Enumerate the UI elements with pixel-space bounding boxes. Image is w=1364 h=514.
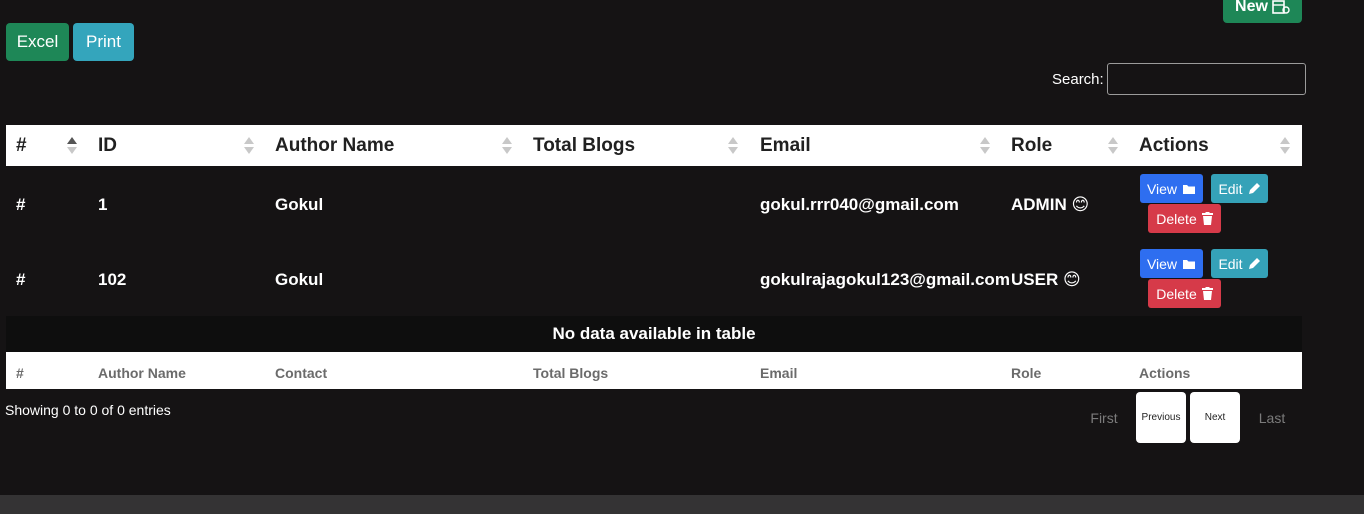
sort-icon — [244, 137, 254, 155]
print-button[interactable]: Print — [73, 23, 134, 61]
search-label: Search: — [1052, 70, 1104, 88]
new-file-icon — [1272, 0, 1290, 14]
cell-hash: # — [16, 270, 26, 289]
delete-button[interactable]: Delete — [1148, 204, 1221, 233]
cell-role: ADMIN 😊 — [1011, 195, 1090, 214]
sort-icon — [980, 137, 990, 155]
header-total-blogs[interactable]: Total Blogs — [533, 125, 635, 166]
view-button[interactable]: View — [1140, 174, 1203, 203]
sort-icon — [1280, 137, 1290, 155]
edit-button[interactable]: Edit — [1211, 174, 1268, 203]
pagination-first[interactable]: First — [1082, 392, 1126, 443]
edit-label: Edit — [1218, 255, 1243, 272]
footer-actions: Actions — [1139, 365, 1191, 381]
sort-icon — [728, 137, 738, 155]
cell-role: USER 😊 — [1011, 270, 1081, 289]
new-button-label: New — [1235, 0, 1268, 15]
bottom-bar — [0, 495, 1364, 514]
pagination-previous[interactable]: Previous — [1136, 392, 1186, 443]
pagination-last[interactable]: Last — [1250, 392, 1294, 443]
header-role[interactable]: Role — [1011, 125, 1052, 166]
cell-email: gokulrajagokul123@gmail.com — [760, 270, 1010, 289]
footer-total-blogs: Total Blogs — [533, 365, 609, 381]
trash-icon — [1201, 287, 1213, 300]
footer-role: Role — [1011, 365, 1042, 381]
delete-label: Delete — [1156, 285, 1197, 302]
cell-author: Gokul — [275, 270, 324, 289]
excel-button[interactable]: Excel — [6, 23, 69, 61]
cell-author: Gokul — [275, 195, 324, 214]
pencil-icon — [1248, 257, 1261, 270]
header-id[interactable]: ID — [98, 125, 117, 166]
cell-id: 102 — [98, 270, 127, 289]
header-hash[interactable]: # — [16, 125, 27, 166]
footer-email: Email — [760, 365, 798, 381]
footer-author-name: Author Name — [98, 365, 186, 381]
view-button[interactable]: View — [1140, 249, 1203, 278]
pencil-icon — [1248, 182, 1261, 195]
cell-email: gokul.rrr040@gmail.com — [760, 195, 959, 214]
footer-contact: Contact — [275, 365, 328, 381]
edit-label: Edit — [1218, 180, 1243, 197]
delete-button[interactable]: Delete — [1148, 279, 1221, 308]
header-email[interactable]: Email — [760, 125, 811, 166]
new-button[interactable]: New — [1223, 0, 1302, 23]
pagination-next[interactable]: Next — [1190, 392, 1240, 443]
footer-hash: # — [16, 365, 24, 381]
view-label: View — [1146, 180, 1178, 197]
sort-icon — [1108, 137, 1118, 155]
table-footer: # Author Name Contact Total Blogs Email … — [6, 352, 1302, 389]
table-header: # ID Author Name Total Blogs Email Role … — [6, 125, 1302, 166]
cell-id: 1 — [98, 195, 108, 214]
folder-icon — [1182, 258, 1196, 270]
table-row: # 1 Gokul gokul.rrr040@gmail.com ADMIN 😊… — [6, 166, 1302, 241]
header-author-name[interactable]: Author Name — [275, 125, 394, 166]
delete-label: Delete — [1156, 210, 1197, 227]
search-input[interactable] — [1106, 63, 1306, 95]
edit-button[interactable]: Edit — [1211, 249, 1268, 278]
cell-hash: # — [16, 195, 26, 214]
table-row: # 102 Gokul gokulrajagokul123@gmail.com … — [6, 241, 1302, 316]
table-info: Showing 0 to 0 of 0 entries — [5, 402, 171, 418]
empty-table-message: No data available in table — [6, 316, 1302, 352]
trash-icon — [1201, 212, 1213, 225]
folder-icon — [1182, 183, 1196, 195]
sort-asc-icon — [67, 137, 77, 155]
sort-icon — [502, 137, 512, 155]
view-label: View — [1146, 255, 1178, 272]
header-actions[interactable]: Actions — [1139, 125, 1209, 166]
search-area: Search: — [1052, 63, 1306, 95]
